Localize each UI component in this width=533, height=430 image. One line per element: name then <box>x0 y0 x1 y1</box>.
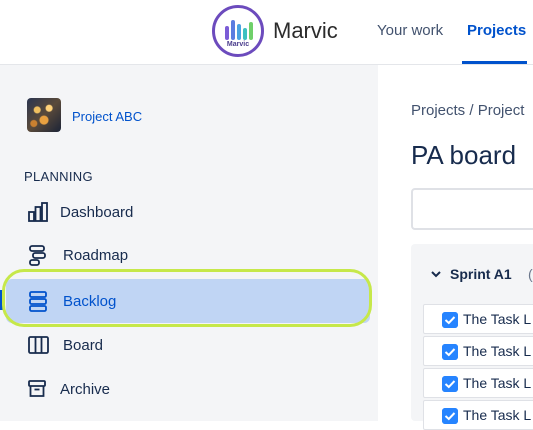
task-row[interactable]: The Task L <box>423 336 533 366</box>
project-avatar[interactable] <box>27 98 61 132</box>
checkbox-checked-icon[interactable] <box>442 312 458 328</box>
section-title-planning: PLANNING <box>24 169 93 184</box>
sidebar-item-label: Roadmap <box>63 247 129 264</box>
sidebar-item-archive[interactable]: Archive <box>0 368 378 412</box>
sprint-meta: ( <box>528 266 533 282</box>
task-label: The Task L <box>463 375 532 391</box>
logo-bars-icon <box>225 18 255 40</box>
marvic-logo[interactable]: Marvic <box>212 5 264 57</box>
top-bar: Marvic Marvic Your work Projects <box>0 0 533 65</box>
logo-text: Marvic <box>226 41 250 48</box>
task-row[interactable]: The Task L <box>423 400 533 430</box>
checkbox-checked-icon[interactable] <box>442 408 458 424</box>
chevron-down-icon[interactable] <box>430 268 442 280</box>
task-label: The Task L <box>463 343 532 359</box>
breadcrumb-separator: / <box>469 102 474 119</box>
checkbox-checked-icon[interactable] <box>442 376 458 392</box>
roadmap-icon <box>29 245 46 266</box>
task-label: The Task L <box>463 311 532 327</box>
sidebar-item-label: Board <box>63 337 104 354</box>
breadcrumb: Projects / Project <box>411 102 524 119</box>
sidebar-item-label: Archive <box>60 381 111 398</box>
nav-active-indicator <box>462 61 527 64</box>
task-row[interactable]: The Task L <box>423 304 533 334</box>
breadcrumb-projects[interactable]: Projects <box>411 102 465 119</box>
archive-icon <box>28 380 46 397</box>
highlight-annotation <box>2 269 372 327</box>
nav-your-work[interactable]: Your work <box>377 22 443 39</box>
checkbox-checked-icon[interactable] <box>442 344 458 360</box>
task-row[interactable]: The Task L <box>423 368 533 398</box>
search-input[interactable] <box>411 188 533 230</box>
sidebar-item-dashboard[interactable]: Dashboard <box>0 191 378 235</box>
sidebar-item-label: Dashboard <box>60 204 134 221</box>
breadcrumb-project[interactable]: Project <box>478 102 525 119</box>
sprint-title[interactable]: Sprint A1 <box>450 266 512 282</box>
page-title: PA board <box>411 140 517 170</box>
brand-name: Marvic <box>273 18 338 43</box>
dashboard-icon <box>28 202 48 222</box>
nav-projects[interactable]: Projects <box>467 22 526 39</box>
board-icon <box>28 336 49 354</box>
project-name[interactable]: Project ABC <box>72 109 142 124</box>
sidebar-item-board[interactable]: Board <box>0 324 378 368</box>
